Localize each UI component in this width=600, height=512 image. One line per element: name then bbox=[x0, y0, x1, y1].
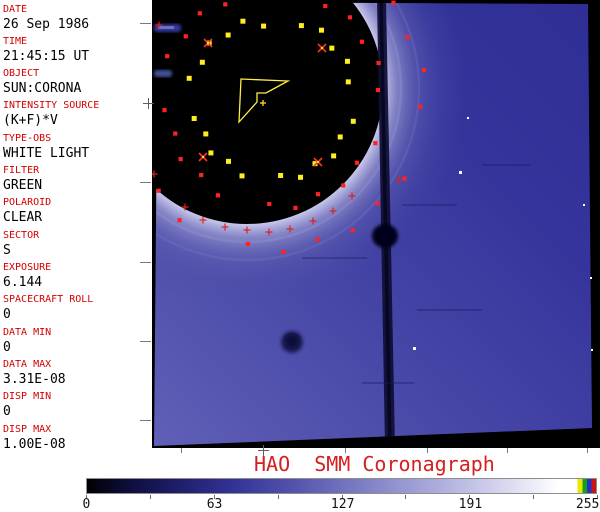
intensity-colorbar bbox=[86, 478, 597, 494]
colorbar-tick-label: 255 bbox=[575, 497, 600, 512]
field-label: FILTER bbox=[3, 165, 40, 177]
field-label: SECTOR bbox=[3, 229, 40, 241]
field-value: S bbox=[3, 242, 11, 258]
metadata-field-filter: FILTER GREEN bbox=[3, 165, 151, 194]
y-axis-tick bbox=[140, 182, 151, 183]
field-value: 3.31E-08 bbox=[3, 372, 66, 388]
colorbar-tick bbox=[149, 495, 151, 499]
colorbar-tick bbox=[533, 495, 535, 499]
field-label: EXPOSURE bbox=[3, 262, 52, 274]
metadata-field-disp-min: DISP MIN 0 bbox=[3, 391, 151, 420]
field-value: 6.144 bbox=[3, 275, 43, 291]
field-label: DATA MIN bbox=[3, 326, 52, 338]
coronagraph-image-canvas[interactable] bbox=[152, 0, 600, 448]
coronagraph-image bbox=[152, 0, 600, 448]
field-label: DATE bbox=[3, 3, 28, 15]
metadata-field-disp-max: DISP MAX 1.00E-08 bbox=[3, 424, 151, 453]
metadata-field-type-obs: TYPE-OBS WHITE LIGHT bbox=[3, 133, 151, 162]
field-label: INTENSITY SOURCE bbox=[3, 100, 100, 112]
metadata-field-data-max: DATA MAX 3.31E-08 bbox=[3, 359, 151, 388]
metadata-panel: DATE 26 Sep 1986 TIME 21:45:15 UT OBJECT SUN:… bbox=[0, 0, 152, 452]
y-axis-tick bbox=[140, 420, 151, 421]
colorbar-tick bbox=[277, 495, 279, 499]
field-label: TIME bbox=[3, 35, 28, 47]
field-label: DISP MAX bbox=[3, 423, 52, 435]
x-axis-tick bbox=[587, 448, 588, 453]
metadata-field-sector: SECTOR S bbox=[3, 230, 151, 259]
field-value: 26 Sep 1986 bbox=[3, 16, 90, 32]
x-axis-tick bbox=[507, 448, 508, 453]
metadata-field-intensity-source: INTENSITY SOURCE (K+F)*V bbox=[3, 100, 151, 129]
field-value: (K+F)*V bbox=[3, 113, 58, 129]
colorbar-gradient bbox=[87, 479, 596, 493]
field-label: DATA MAX bbox=[3, 359, 52, 371]
field-value: 0 bbox=[3, 307, 11, 323]
y-axis-fiducial-cross bbox=[143, 98, 154, 109]
colorbar-tick-label: 63 bbox=[206, 497, 223, 512]
field-value: 0 bbox=[3, 339, 11, 355]
metadata-field-exposure: EXPOSURE 6.144 bbox=[3, 262, 151, 291]
field-label: OBJECT bbox=[3, 68, 40, 80]
metadata-field-date: DATE 26 Sep 1986 bbox=[3, 4, 151, 33]
field-label: POLAROID bbox=[3, 197, 52, 209]
field-value: SUN:CORONA bbox=[3, 81, 82, 97]
metadata-field-time: TIME 21:45:15 UT bbox=[3, 36, 151, 65]
colorbar-tick bbox=[405, 495, 407, 499]
field-value: 0 bbox=[3, 404, 11, 420]
y-axis-tick bbox=[140, 23, 151, 24]
field-value: CLEAR bbox=[3, 210, 43, 226]
y-axis-tick bbox=[140, 262, 151, 263]
field-label: TYPE-OBS bbox=[3, 132, 52, 144]
metadata-field-object: OBJECT SUN:CORONA bbox=[3, 68, 151, 97]
x-axis-tick bbox=[181, 448, 182, 453]
plot-title: HAO SMM Coronagraph bbox=[254, 452, 495, 476]
colorbar-tick-label: 127 bbox=[330, 497, 355, 512]
metadata-field-polaroid: POLAROID CLEAR bbox=[3, 197, 151, 226]
coronagraph-viewer-window: DATE 26 Sep 1986 TIME 21:45:15 UT OBJECT SUN:… bbox=[0, 0, 600, 512]
dust-blob bbox=[281, 331, 303, 353]
field-label: DISP MIN bbox=[3, 391, 52, 403]
field-value: GREEN bbox=[3, 178, 43, 194]
field-label: SPACECRAFT ROLL bbox=[3, 294, 94, 306]
metadata-field-spacecraft-roll: SPACECRAFT ROLL 0 bbox=[3, 294, 151, 323]
colorbar-tick-label: 0 bbox=[82, 497, 91, 512]
field-value: 21:45:15 UT bbox=[3, 48, 90, 64]
field-value: 1.00E-08 bbox=[3, 436, 66, 452]
y-axis-tick bbox=[140, 341, 151, 342]
metadata-field-data-min: DATA MIN 0 bbox=[3, 327, 151, 356]
colorbar-tick-label: 191 bbox=[458, 497, 483, 512]
field-value: WHITE LIGHT bbox=[3, 145, 90, 161]
